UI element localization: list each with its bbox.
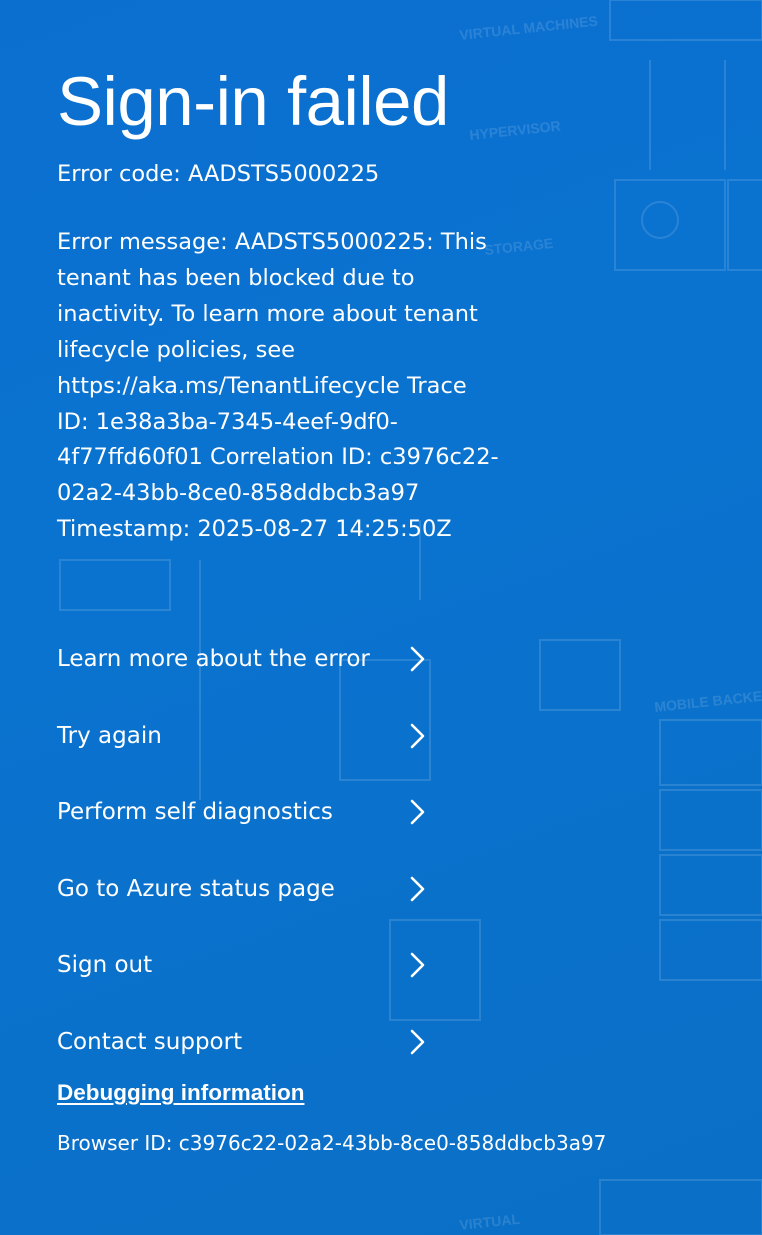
- svg-text:VIRTUAL: VIRTUAL: [459, 1211, 521, 1233]
- chevron-right-icon: [410, 646, 425, 672]
- chevron-right-icon: [410, 723, 425, 749]
- sign-out-link[interactable]: Sign out: [57, 927, 427, 1004]
- try-again-link[interactable]: Try again: [57, 698, 427, 775]
- action-label: Contact support: [57, 1028, 243, 1055]
- azure-status-link[interactable]: Go to Azure status page: [57, 851, 427, 928]
- error-message-line: inactivity. To learn more about tenant: [57, 300, 478, 327]
- browser-id: Browser ID: c3976c22-02a2-43bb-8ce0-858d…: [57, 1131, 607, 1155]
- error-message-line: tenant has been blocked due to: [57, 264, 415, 291]
- svg-text:MOBILE BACKEND: MOBILE BACKEND: [654, 686, 762, 715]
- svg-text:VIRTUAL MACHINES: VIRTUAL MACHINES: [459, 13, 599, 43]
- error-message-line: Error message: AADSTS5000225: This: [57, 229, 487, 255]
- error-message-line: lifecycle policies, see: [57, 336, 296, 363]
- self-diagnostics-link[interactable]: Perform self diagnostics: [57, 774, 427, 851]
- chevron-right-icon: [410, 799, 425, 825]
- error-message-line: Timestamp: 2025-08-27 14:25:50Z: [57, 516, 452, 543]
- error-code: Error code: AADSTS5000225: [57, 161, 380, 187]
- action-label: Perform self diagnostics: [57, 799, 333, 826]
- error-message-line: 02a2-43bb-8ce0-858ddbcb3a97: [57, 480, 420, 507]
- action-list: Learn more about the error Try again Per…: [57, 621, 427, 1080]
- page-title: Sign-in failed: [57, 63, 449, 140]
- learn-more-link[interactable]: Learn more about the error: [57, 621, 427, 698]
- chevron-right-icon: [410, 876, 425, 902]
- error-message-line: ID: 1e38a3ba-7345-4eef-9df0-: [57, 408, 398, 435]
- contact-support-link[interactable]: Contact support: [57, 1004, 427, 1081]
- action-label: Go to Azure status page: [57, 875, 335, 902]
- debugging-information-link[interactable]: Debugging information: [57, 1080, 304, 1106]
- action-label: Learn more about the error: [57, 646, 370, 673]
- chevron-right-icon: [410, 952, 425, 978]
- action-label: Sign out: [57, 952, 153, 979]
- error-message-line: https://aka.ms/TenantLifecycle Trace: [57, 372, 467, 399]
- svg-text:HYPERVISOR: HYPERVISOR: [469, 118, 562, 143]
- chevron-right-icon: [410, 1029, 425, 1055]
- error-message: Error message: AADSTS5000225: This tenan…: [57, 225, 527, 548]
- error-message-line: 4f77ffd60f01 Correlation ID: c3976c22-: [57, 444, 499, 471]
- action-label: Try again: [57, 722, 162, 749]
